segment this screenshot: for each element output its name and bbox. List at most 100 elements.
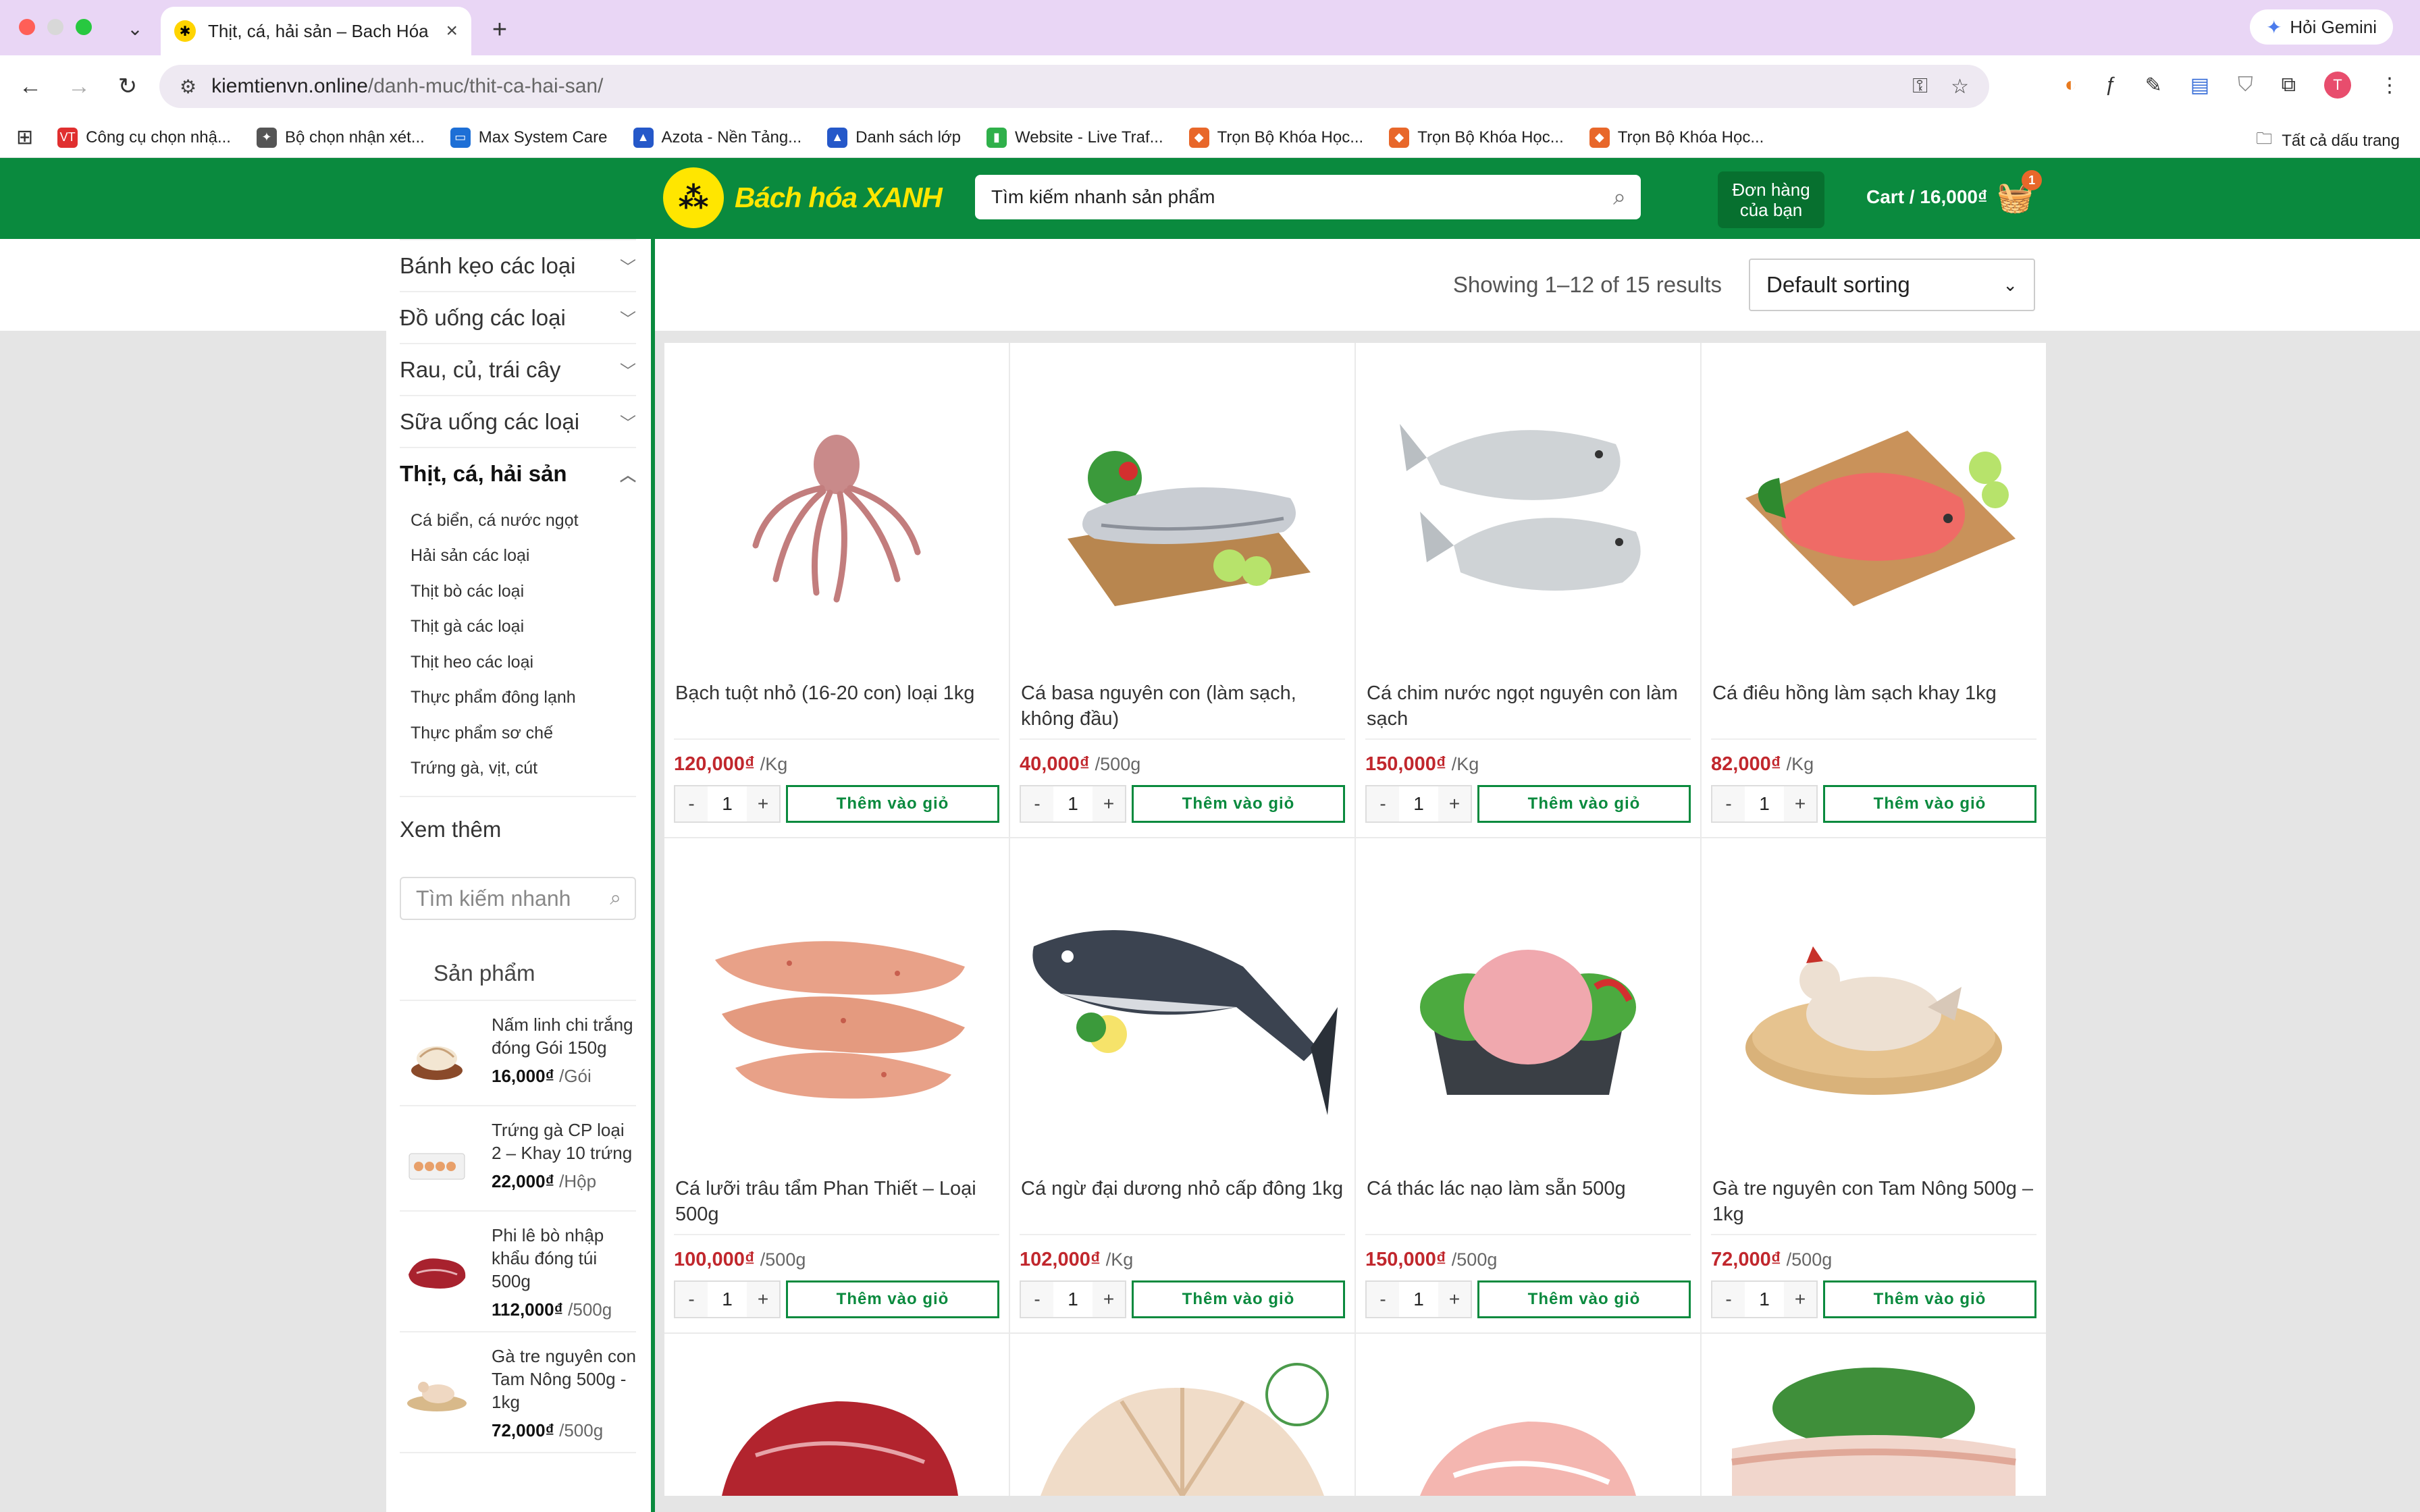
quantity-input[interactable]: 1 xyxy=(1745,1289,1784,1310)
product-image[interactable] xyxy=(674,838,999,1176)
product-name[interactable]: Gà tre nguyên con Tam Nông 500g – 1kg xyxy=(1711,1176,2036,1235)
quantity-input[interactable]: 1 xyxy=(1399,1289,1438,1310)
cart-button[interactable]: Cart / 16,000₫ 🧺 1 xyxy=(1866,170,2043,215)
product-name[interactable]: Cá basa nguyên con (làm sạch, không đầu) xyxy=(1020,680,1345,740)
sort-dropdown[interactable]: Default sorting ⌄ xyxy=(1749,259,2035,311)
category-item-active[interactable]: Thịt, cá, hải sản ︿ xyxy=(400,447,636,499)
sidebar-product[interactable]: Gà tre nguyên con Tam Nông 500g - 1kg 72,… xyxy=(400,1332,636,1453)
bookmark-item[interactable]: ▲ Azota - Nền Tảng... xyxy=(633,127,801,148)
orders-button[interactable]: Đơn hàng của bạn xyxy=(1718,171,1824,228)
quantity-input[interactable]: 1 xyxy=(1399,793,1438,815)
bookmark-item[interactable]: ▭ Max System Care xyxy=(450,127,608,148)
sidebar-search-input[interactable] xyxy=(415,885,577,912)
site-info-icon[interactable]: ⚙ xyxy=(180,76,196,98)
bookmark-item[interactable]: ◆ Trọn Bộ Khóa Học... xyxy=(1188,127,1363,148)
increase-quantity-button[interactable]: + xyxy=(1784,786,1816,821)
add-to-cart-button[interactable]: Thêm vào giỏ xyxy=(1477,1280,1691,1318)
bookmark-item[interactable]: ◆ Trọn Bộ Khóa Học... xyxy=(1389,127,1564,148)
bookmark-item[interactable]: ◆ Trọn Bộ Khóa Học... xyxy=(1589,127,1764,148)
increase-quantity-button[interactable]: + xyxy=(1093,1282,1125,1317)
close-window-button[interactable] xyxy=(19,19,35,35)
view-more-link[interactable]: Xem thêm xyxy=(400,796,636,862)
tab-search-chevron-icon[interactable]: ⌄ xyxy=(122,15,149,42)
product-image[interactable] xyxy=(674,343,999,680)
quantity-input[interactable]: 1 xyxy=(1053,793,1093,815)
subcategory-link[interactable]: Thịt bò các loại xyxy=(411,574,636,610)
bookmark-star-icon[interactable]: ☆ xyxy=(1951,75,1969,99)
quantity-input[interactable]: 1 xyxy=(708,1289,747,1310)
bookmark-item[interactable]: ▮ Website - Live Traf... xyxy=(987,127,1163,148)
add-to-cart-button[interactable]: Thêm vào giỏ xyxy=(1132,1280,1345,1318)
site-logo[interactable]: ⁂ Bách hóa XANH xyxy=(663,167,943,228)
subcategory-link[interactable]: Cá biển, cá nước ngọt xyxy=(411,503,636,539)
sidebar-product-name[interactable]: Trứng gà CP loại 2 – Khay 10 trứng xyxy=(492,1118,636,1164)
extension-fx-icon[interactable]: ƒ xyxy=(2105,74,2117,97)
decrease-quantity-button[interactable]: - xyxy=(1367,1282,1399,1317)
sidebar-product[interactable]: Nấm linh chi trắng đóng Gói 150g 16,000₫ … xyxy=(400,1001,636,1106)
decrease-quantity-button[interactable]: - xyxy=(675,1282,708,1317)
ask-gemini-button[interactable]: ✦ Hỏi Gemini xyxy=(2249,9,2393,45)
subcategory-link[interactable]: Trứng gà, vịt, cút xyxy=(411,751,636,787)
eyedropper-icon[interactable]: ✎ xyxy=(2145,74,2162,97)
password-key-icon[interactable]: ⚿ xyxy=(1912,75,1928,99)
address-bar[interactable]: ⚙ kiemtienvn.online/danh-muc/thit-ca-hai… xyxy=(159,65,1989,108)
chevron-up-icon[interactable]: ︿ xyxy=(620,462,636,485)
subcategory-link[interactable]: Thịt gà các loại xyxy=(411,610,636,645)
add-to-cart-button[interactable]: Thêm vào giỏ xyxy=(1132,785,1345,823)
new-tab-button[interactable]: + xyxy=(485,15,515,45)
sidebar-product-image[interactable] xyxy=(400,1027,474,1094)
increase-quantity-button[interactable]: + xyxy=(1784,1282,1816,1317)
product-image[interactable] xyxy=(1365,1334,1691,1496)
search-icon[interactable]: ⌕ xyxy=(610,887,621,910)
product-image[interactable] xyxy=(1711,343,2036,680)
category-item[interactable]: Bánh kẹo các loại ﹀ xyxy=(400,239,636,291)
all-bookmarks-button[interactable]: 🗀 Tất cả dấu trang xyxy=(2256,127,2400,155)
apps-grid-icon[interactable]: ⊞ xyxy=(16,126,33,149)
sidebar-product-name[interactable]: Nấm linh chi trắng đóng Gói 150g xyxy=(492,1013,636,1059)
product-image[interactable] xyxy=(1020,343,1345,680)
product-image[interactable] xyxy=(1020,838,1345,1176)
product-image[interactable] xyxy=(1365,343,1691,680)
add-to-cart-button[interactable]: Thêm vào giỏ xyxy=(786,1280,999,1318)
url-text[interactable]: kiemtienvn.online/danh-muc/thit-ca-hai-s… xyxy=(211,75,1897,98)
add-to-cart-button[interactable]: Thêm vào giỏ xyxy=(1477,785,1691,823)
decrease-quantity-button[interactable]: - xyxy=(1712,786,1745,821)
quantity-input[interactable]: 1 xyxy=(1053,1289,1093,1310)
add-to-cart-button[interactable]: Thêm vào giỏ xyxy=(1823,785,2036,823)
increase-quantity-button[interactable]: + xyxy=(747,1282,779,1317)
subcategory-link[interactable]: Thực phẩm sơ chế xyxy=(411,716,636,751)
kebab-menu-icon[interactable]: ⋮ xyxy=(2379,74,2400,97)
bookmark-item[interactable]: ▲ Danh sách lớp xyxy=(827,127,961,148)
extension-chart-icon[interactable]: ▤ xyxy=(2190,74,2209,97)
close-tab-icon[interactable]: × xyxy=(446,20,458,43)
chevron-down-icon[interactable]: ﹀ xyxy=(620,358,636,381)
product-image[interactable] xyxy=(1020,1334,1345,1496)
sidebar-product-image[interactable] xyxy=(400,1237,474,1305)
bookmark-item[interactable]: ✦ Bộ chọn nhận xét... xyxy=(256,127,425,148)
product-name[interactable]: Cá thác lác nạo làm sẵn 500g xyxy=(1365,1176,1691,1235)
decrease-quantity-button[interactable]: - xyxy=(1712,1282,1745,1317)
puzzle-extensions-icon[interactable]: ⧉ xyxy=(2282,74,2296,97)
increase-quantity-button[interactable]: + xyxy=(1438,1282,1471,1317)
product-image[interactable] xyxy=(1711,1334,2036,1496)
quantity-input[interactable]: 1 xyxy=(708,793,747,815)
reload-icon[interactable]: ↻ xyxy=(112,71,143,102)
product-name[interactable]: Cá điêu hồng làm sạch khay 1kg xyxy=(1711,680,2036,740)
product-image[interactable] xyxy=(1711,838,2036,1176)
bookmark-item[interactable]: VT Công cụ chọn nhậ... xyxy=(57,127,231,148)
decrease-quantity-button[interactable]: - xyxy=(1021,1282,1053,1317)
decrease-quantity-button[interactable]: - xyxy=(675,786,708,821)
maximize-window-button[interactable] xyxy=(76,19,92,35)
sidebar-product-image[interactable] xyxy=(400,1132,474,1199)
decrease-quantity-button[interactable]: - xyxy=(1367,786,1399,821)
chevron-down-icon[interactable]: ﹀ xyxy=(620,410,636,433)
extension-circle-icon[interactable]: ◐ xyxy=(2065,74,2077,97)
chevron-down-icon[interactable]: ﹀ xyxy=(620,306,636,329)
product-search-input[interactable] xyxy=(990,186,1613,209)
category-item[interactable]: Đồ uống các loại ﹀ xyxy=(400,291,636,343)
decrease-quantity-button[interactable]: - xyxy=(1021,786,1053,821)
minimize-window-button[interactable] xyxy=(47,19,63,35)
back-arrow-icon[interactable]: ← xyxy=(15,71,46,102)
sidebar-product[interactable]: Phi lê bò nhập khẩu đóng túi 500g 112,000… xyxy=(400,1212,636,1332)
category-item[interactable]: Sữa uống các loại ﹀ xyxy=(400,395,636,447)
